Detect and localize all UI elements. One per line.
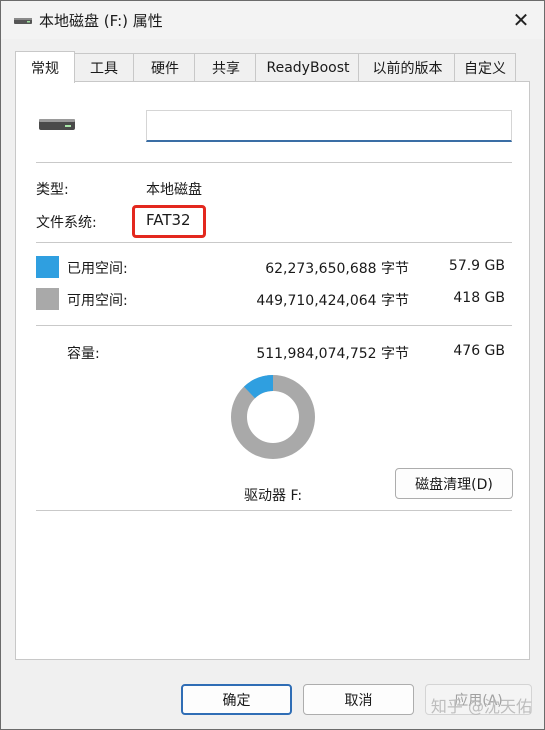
capacity-size: 476 GB <box>453 343 505 359</box>
properties-window: 本地磁盘 (F:) 属性 ✕ 常规 工具 硬件 共享 ReadyBoost 以前… <box>0 0 545 730</box>
capacity-label: 容量: <box>67 346 100 362</box>
divider <box>36 162 512 163</box>
tab-readyboost[interactable]: ReadyBoost <box>255 53 361 82</box>
cancel-label: 取消 <box>344 692 373 709</box>
ok-label: 确定 <box>222 692 251 709</box>
free-space-swatch <box>36 288 59 310</box>
tab-tools[interactable]: 工具 <box>72 53 136 82</box>
used-space-swatch <box>36 256 59 278</box>
tab-hardware[interactable]: 硬件 <box>133 53 197 82</box>
tab-customize[interactable]: 自定义 <box>454 53 516 82</box>
tab-general[interactable]: 常规 <box>15 51 75 83</box>
divider <box>36 510 512 511</box>
divider <box>36 242 512 243</box>
drive-letter-label: 驱动器 F: <box>244 488 303 504</box>
donut-used-segment <box>243 375 274 399</box>
disk-cleanup-label: 磁盘清理(D) <box>415 476 493 493</box>
general-panel: 类型: 本地磁盘 文件系统: FAT32 已用空间: 62,273,650,68… <box>15 81 530 660</box>
file-system-value: FAT32 <box>146 211 191 229</box>
free-space-label: 可用空间: <box>67 293 128 309</box>
tab-label: 以前的版本 <box>372 61 443 77</box>
close-icon: ✕ <box>512 8 530 32</box>
drive-icon <box>14 18 32 24</box>
ok-button[interactable]: 确定 <box>181 684 292 715</box>
tab-label: 常规 <box>31 60 59 77</box>
tab-label: 工具 <box>90 61 118 77</box>
cancel-button[interactable]: 取消 <box>303 684 414 715</box>
capacity-bytes: 511,984,074,752 字节 <box>256 346 409 362</box>
donut-free-ring <box>231 375 315 459</box>
usage-donut-chart <box>231 375 315 459</box>
tab-label: 硬件 <box>151 61 179 77</box>
used-space-bytes: 62,273,650,688 字节 <box>265 261 409 277</box>
drive-name-input[interactable] <box>146 110 512 142</box>
tab-label: ReadyBoost <box>266 60 350 76</box>
tab-label: 共享 <box>212 61 240 77</box>
drive-icon <box>39 119 75 130</box>
disk-cleanup-button[interactable]: 磁盘清理(D) <box>395 468 513 499</box>
divider <box>36 325 512 326</box>
close-button[interactable]: ✕ <box>498 1 544 39</box>
tab-sharing[interactable]: 共享 <box>194 53 258 82</box>
tab-previous-versions[interactable]: 以前的版本 <box>358 53 457 82</box>
tab-label: 自定义 <box>464 61 506 77</box>
free-space-size: 418 GB <box>453 290 505 306</box>
free-space-bytes: 449,710,424,064 字节 <box>256 293 409 309</box>
file-system-label: 文件系统: <box>36 215 97 231</box>
window-title: 本地磁盘 (F:) 属性 <box>39 12 163 30</box>
type-value: 本地磁盘 <box>146 182 202 198</box>
used-space-size: 57.9 GB <box>448 258 505 274</box>
used-space-label: 已用空间: <box>67 261 128 277</box>
title-bar: 本地磁盘 (F:) 属性 ✕ <box>1 1 544 39</box>
watermark: 知乎 @沈天佑 <box>430 697 532 716</box>
type-label: 类型: <box>36 182 69 198</box>
